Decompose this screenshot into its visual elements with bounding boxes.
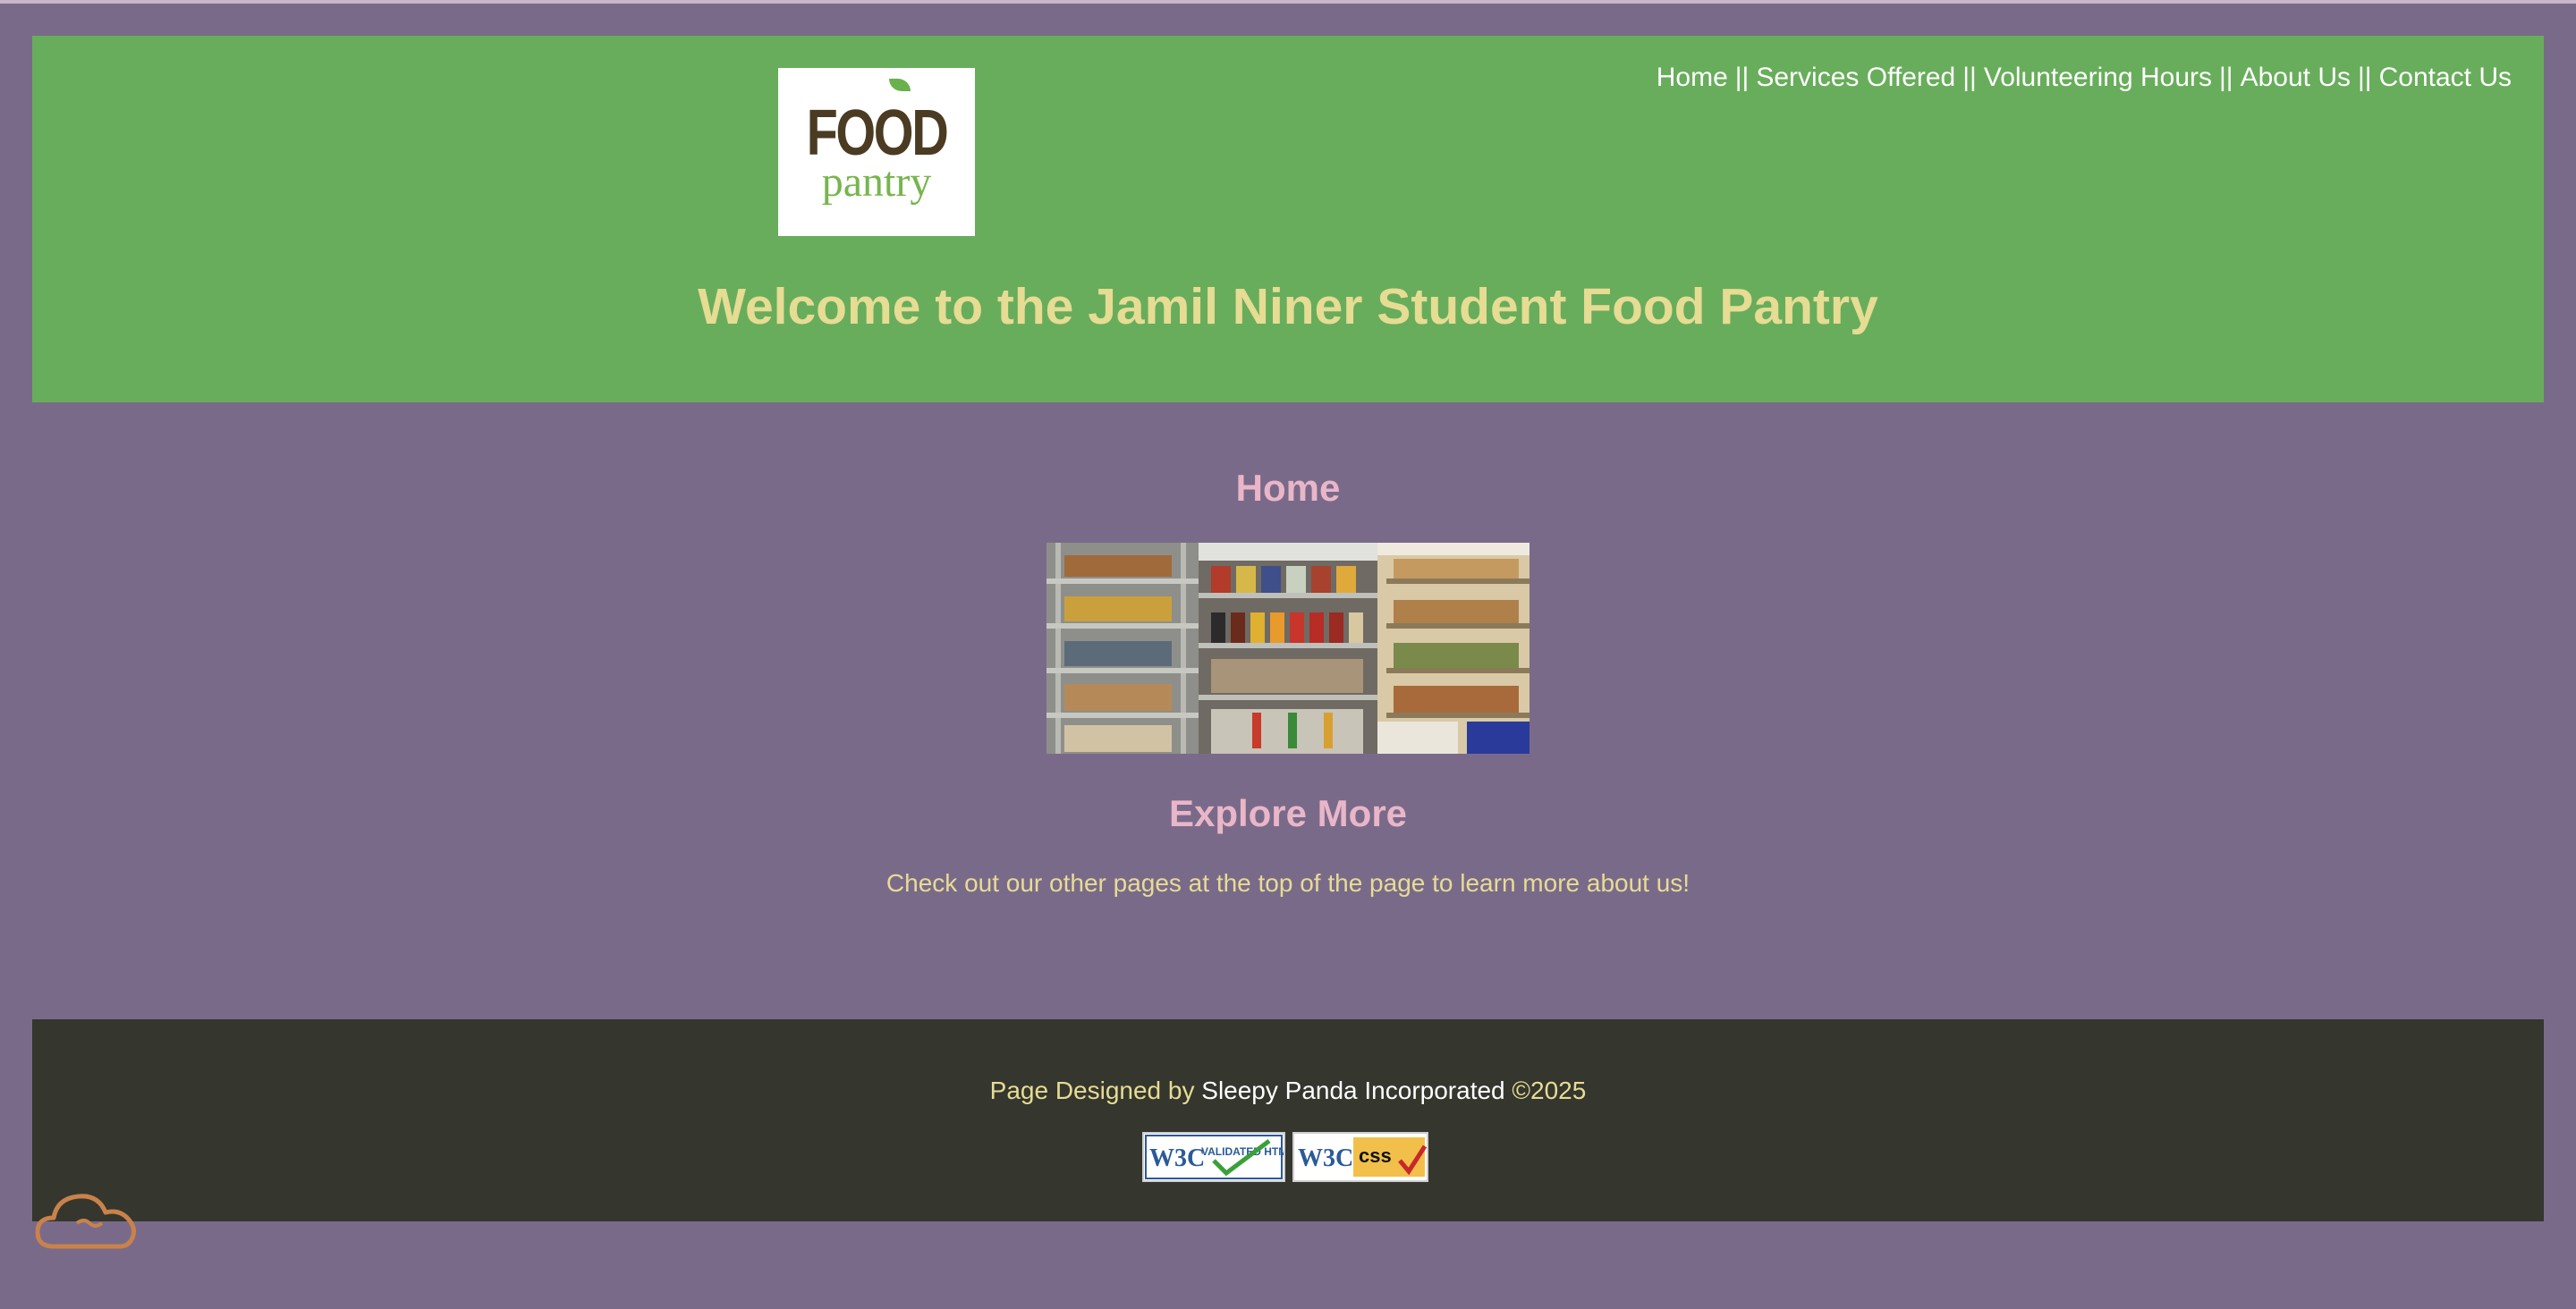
cloud-icon[interactable] xyxy=(34,1184,141,1256)
site-footer: Page Designed by Sleepy Panda Incorporat… xyxy=(32,1019,2544,1221)
site-header: FOOD pantry Home || Services Offered || Volu… xyxy=(32,36,2544,402)
nav-separator: || xyxy=(2358,63,2372,92)
main-nav: Home || Services Offered || Volunteering Hou… xyxy=(1657,63,2512,93)
validation-badges: W3C VALIDATED HTML 5 W3C css xyxy=(1142,1132,1428,1182)
credit-year: ©2025 xyxy=(1512,1077,1587,1104)
w3c-css-badge[interactable]: W3C css xyxy=(1292,1132,1428,1182)
nav-about-us[interactable]: About Us xyxy=(2241,63,2351,92)
food-pantry-logo: FOOD pantry xyxy=(778,68,975,236)
credit-name: Sleepy Panda Incorporated xyxy=(1201,1077,1505,1104)
svg-text:VALIDATED HTML 5: VALIDATED HTML 5 xyxy=(1201,1145,1284,1158)
nav-services-offered[interactable]: Services Offered xyxy=(1756,63,1955,92)
w3c-html5-badge[interactable]: W3C VALIDATED HTML 5 xyxy=(1142,1132,1285,1182)
site-title: Welcome to the Jamil Niner Student Food … xyxy=(698,278,1878,335)
explore-more-heading: Explore More xyxy=(1168,792,1408,834)
leaf-icon xyxy=(889,79,911,91)
svg-text:W3C: W3C xyxy=(1298,1144,1353,1172)
nav-home[interactable]: Home xyxy=(1657,63,1728,92)
svg-text:W3C: W3C xyxy=(1149,1144,1205,1172)
nav-volunteering-hours[interactable]: Volunteering Hours xyxy=(1984,63,2212,92)
nav-separator: || xyxy=(2219,63,2233,92)
window-top-border xyxy=(0,0,2576,4)
pantry-shelves-photo xyxy=(1046,543,1530,754)
nav-separator: || xyxy=(1962,63,1977,92)
footer-credit: Page Designed by Sleepy Panda Incorporat… xyxy=(32,1077,2544,1105)
nav-contact-us[interactable]: Contact Us xyxy=(2379,63,2512,92)
explore-more-text: Check out our other pages at the top of … xyxy=(886,869,1690,897)
svg-text:css: css xyxy=(1359,1144,1392,1167)
page-title: Home xyxy=(1235,467,1341,509)
logo-text-food: FOOD xyxy=(806,97,949,169)
nav-separator: || xyxy=(1734,63,1750,92)
credit-prefix: Page Designed by xyxy=(989,1077,1195,1104)
